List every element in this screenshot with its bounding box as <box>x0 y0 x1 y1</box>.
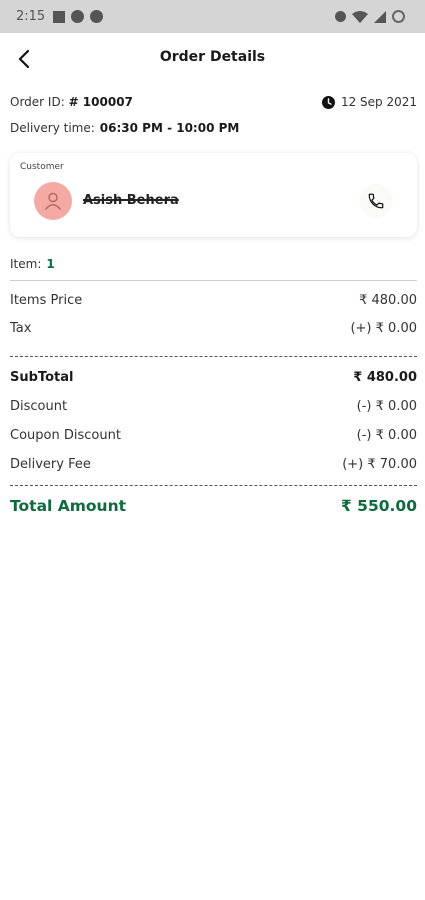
divider <box>10 280 417 281</box>
discount-row: Discount (-) ₹ 0.00 <box>10 396 417 416</box>
user-icon <box>44 192 62 210</box>
status-time: 2:15 <box>16 9 46 24</box>
wifi-icon <box>352 10 368 23</box>
tax-label: Tax <box>10 320 32 336</box>
tax-row: Tax (+) ₹ 0.00 <box>10 318 417 338</box>
total-amount-row: Total Amount ₹ 550.00 <box>10 494 417 518</box>
app-notification-icon-2 <box>90 10 104 23</box>
status-bar-left: 2:15 <box>16 9 104 24</box>
signal-icon <box>374 10 386 23</box>
delivery-fee-row: Delivery Fee (+) ₹ 70.00 <box>10 454 417 474</box>
discount-label: Discount <box>10 398 68 414</box>
total-amount-value: ₹ 550.00 <box>341 497 417 515</box>
sync-icon <box>335 11 346 22</box>
subtotal-label: SubTotal <box>10 369 74 385</box>
customer-label: Customer <box>20 162 64 172</box>
subtotal-value: ₹ 480.00 <box>353 369 417 385</box>
items-price-row: Items Price ₹ 480.00 <box>10 290 417 310</box>
order-id-row: Order ID: # 100007 12 Sep 2021 <box>10 93 417 111</box>
item-count-value: 1 <box>46 257 55 271</box>
tax-value: (+) ₹ 0.00 <box>350 320 417 336</box>
battery-icon <box>392 10 405 23</box>
item-count-row: Item: 1 <box>10 255 417 273</box>
order-id: Order ID: # 100007 <box>10 95 133 109</box>
customer-card: Customer Asish Behera <box>10 153 417 237</box>
page-title: Order Details <box>159 49 266 65</box>
delivery-time-row: Delivery time: 06:30 PM - 10:00 PM <box>10 119 417 137</box>
order-id-label: Order ID: <box>10 95 65 109</box>
status-bar: 2:15 <box>0 0 425 33</box>
delivery-time-label: Delivery time: <box>10 121 95 135</box>
app-bar: Order Details <box>0 33 425 85</box>
coupon-discount-value: (-) ₹ 0.00 <box>356 427 417 443</box>
total-amount-label: Total Amount <box>10 497 127 515</box>
phone-icon <box>368 193 384 209</box>
items-price-label: Items Price <box>10 292 83 308</box>
coupon-discount-label: Coupon Discount <box>10 427 121 443</box>
clock-icon <box>321 95 335 109</box>
dashed-divider-2 <box>10 485 417 486</box>
delivery-time-value: 06:30 PM - 10:00 PM <box>99 121 240 135</box>
call-button[interactable] <box>359 184 393 218</box>
dashed-divider <box>10 356 417 357</box>
delivery-fee-label: Delivery Fee <box>10 456 91 472</box>
avatar <box>34 182 72 220</box>
customer-name: Asish Behera <box>83 193 179 208</box>
notification-icon <box>53 10 66 23</box>
item-count-label: Item: <box>10 257 42 271</box>
status-bar-right <box>335 10 405 23</box>
order-date-value: 12 Sep 2021 <box>340 95 417 109</box>
coupon-discount-row: Coupon Discount (-) ₹ 0.00 <box>10 425 417 445</box>
delivery-fee-value: (+) ₹ 70.00 <box>342 456 417 472</box>
app-notification-icon <box>71 10 85 23</box>
order-id-value: # 100007 <box>68 95 133 109</box>
discount-value: (-) ₹ 0.00 <box>356 398 417 414</box>
order-date: 12 Sep 2021 <box>321 95 417 109</box>
subtotal-row: SubTotal ₹ 480.00 <box>10 367 417 387</box>
items-price-value: ₹ 480.00 <box>359 292 417 308</box>
